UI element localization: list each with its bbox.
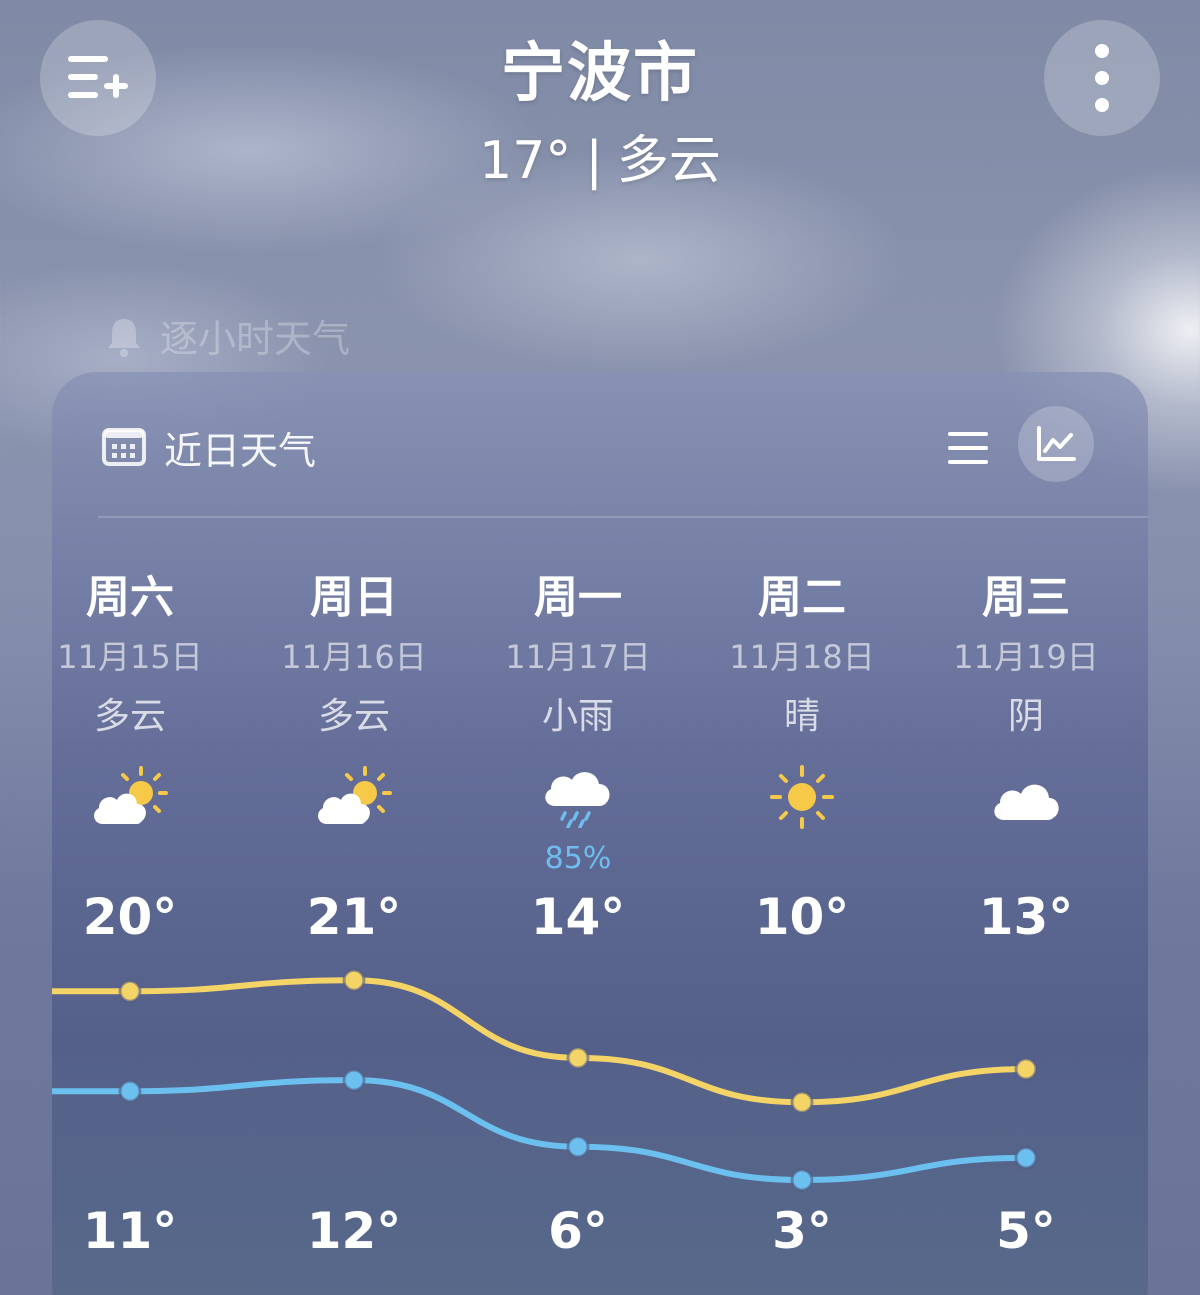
- day-of-week: 周一: [534, 572, 622, 623]
- more-options-button[interactable]: [1044, 20, 1160, 136]
- low-temp-label: 5°: [996, 1202, 1056, 1260]
- low-temp-label: 11°: [82, 1202, 178, 1260]
- temperature-chart: [52, 968, 1038, 1192]
- forecast-title: 近日天气: [164, 429, 317, 473]
- forecast-card-header: 近日天气: [52, 372, 1148, 518]
- precip-chance: [242, 842, 466, 876]
- high-temp-label: 10°: [754, 888, 850, 946]
- day-condition: 多云: [93, 696, 166, 737]
- precip-chance: [52, 842, 242, 876]
- forecast-day[interactable]: 周日 11月16日 多云: [242, 568, 466, 876]
- list-view-button[interactable]: [932, 412, 1004, 484]
- current-weather: 17° | 多云: [0, 118, 1200, 193]
- overcast-icon: [994, 784, 1059, 820]
- day-date: 11月16日: [281, 638, 427, 676]
- hourly-weather-hint[interactable]: 逐小时天气: [104, 308, 350, 363]
- city-name: 宁波市: [501, 37, 699, 111]
- day-date: 11月18日: [729, 638, 875, 676]
- current-temp: 17°: [479, 131, 572, 191]
- forecast-day[interactable]: 周二 11月18日 晴: [690, 568, 914, 876]
- chart-view-button[interactable]: [1018, 406, 1094, 482]
- low-temp-label: 3°: [772, 1202, 832, 1260]
- high-temp-point: [566, 1046, 590, 1070]
- high-temp-label: 20°: [82, 888, 178, 946]
- low-temp-point: [1014, 1146, 1038, 1170]
- precip-chance: 85%: [544, 841, 612, 876]
- day-condition: 多云: [317, 696, 390, 737]
- header-divider: [98, 516, 1148, 518]
- high-temp-label: 13°: [978, 888, 1074, 946]
- sunny-icon: [770, 765, 834, 829]
- low-temp-point: [566, 1135, 590, 1159]
- day-date: 11月19日: [953, 638, 1099, 676]
- light-rain-icon: [545, 772, 610, 828]
- day-of-week: 周日: [310, 572, 398, 623]
- day-condition: 晴: [783, 696, 820, 737]
- day-condition: 阴: [1007, 696, 1044, 737]
- low-temp-label: 12°: [306, 1202, 402, 1260]
- line-chart-icon: [1037, 426, 1076, 461]
- partly-cloudy-icon: [318, 766, 392, 824]
- day-date: 11月17日: [505, 638, 651, 676]
- high-temp-point: [790, 1090, 814, 1114]
- day-condition: 小雨: [541, 696, 614, 737]
- high-temp-point: [118, 979, 142, 1003]
- current-condition: 多云: [616, 131, 721, 191]
- low-temp-point: [342, 1068, 366, 1092]
- low-temp-label: 6°: [548, 1202, 608, 1260]
- current-separator: |: [585, 131, 603, 191]
- day-of-week: 周三: [982, 572, 1070, 623]
- forecast-day[interactable]: 周六 11月15日 多云: [52, 568, 242, 876]
- high-temp-line: [52, 977, 1029, 1106]
- calendar-icon: [102, 428, 146, 466]
- precip-chance: [690, 842, 914, 876]
- forecast-day[interactable]: 周三 11月19日 阴: [914, 568, 1138, 876]
- low-temp-point: [118, 1079, 142, 1103]
- forecast-day[interactable]: 周一 11月17日 小雨 85%: [466, 568, 690, 876]
- high-temp-label: 14°: [530, 888, 626, 946]
- day-of-week: 周二: [758, 572, 846, 623]
- day-of-week: 周六: [86, 572, 174, 623]
- partly-cloudy-icon: [94, 766, 168, 824]
- high-temp-label: 21°: [306, 888, 402, 946]
- more-vertical-icon: [1095, 44, 1109, 112]
- high-temp-point: [342, 968, 366, 992]
- low-temp-point: [790, 1168, 814, 1192]
- hourly-weather-label: 逐小时天气: [160, 317, 351, 361]
- day-date: 11月15日: [57, 638, 203, 676]
- precip-chance: [914, 842, 1138, 876]
- list-view-icon: [948, 432, 988, 464]
- high-temp-point: [1014, 1057, 1038, 1081]
- forecast-card: 近日天气 周六 11月15日 多云 周日 11月16日 多云 周一 11月17日…: [52, 372, 1148, 1295]
- bell-icon: [108, 318, 140, 357]
